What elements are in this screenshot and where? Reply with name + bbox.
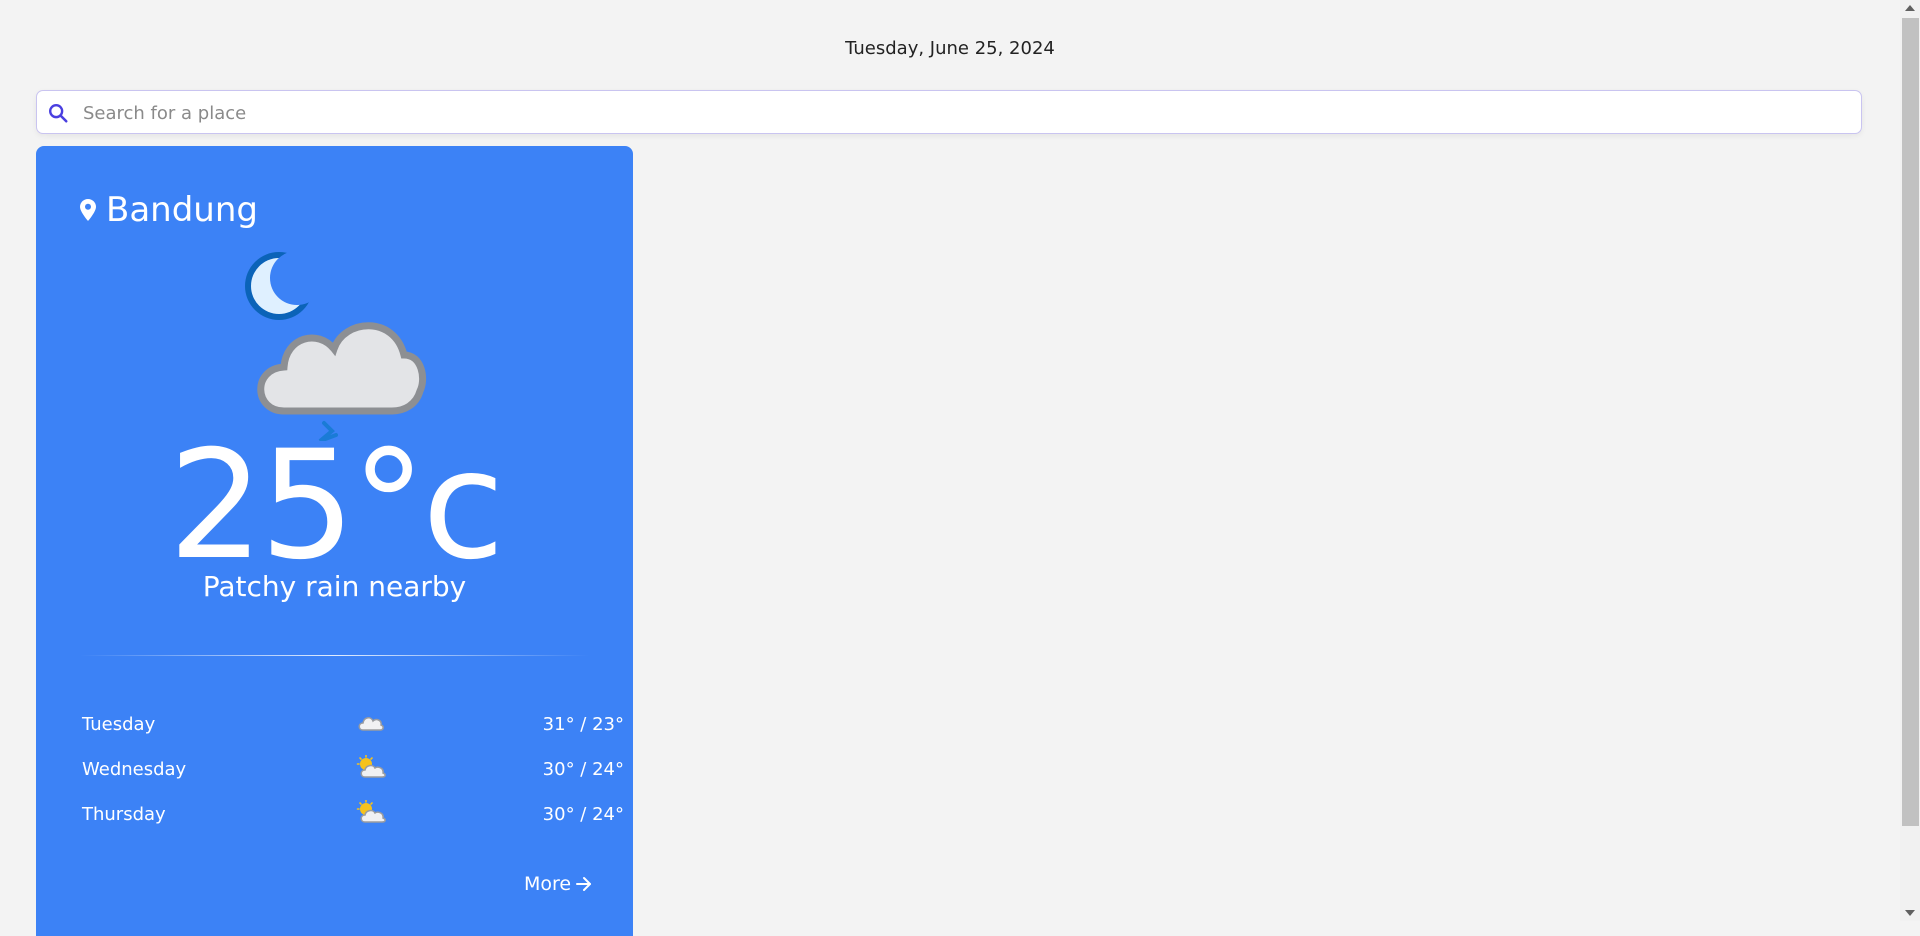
forecast-day: Tuesday <box>82 714 156 735</box>
cloud-icon <box>358 717 384 731</box>
scroll-thumb[interactable] <box>1902 18 1919 826</box>
location: Bandung <box>80 188 258 232</box>
forecast-row: Thursday 30° / 24° <box>82 792 624 837</box>
map-pin-icon <box>80 199 96 221</box>
current-date: Tuesday, June 25, 2024 <box>845 38 1055 59</box>
forecast-row: Wednesday 30° / 24° <box>82 747 624 792</box>
forecast-day: Wednesday <box>82 759 187 780</box>
partly-cloudy-icon <box>356 800 386 823</box>
weather-card: Bandung 25°c Patchy rain nearby Tuesday … <box>36 146 633 936</box>
forecast-row: Tuesday 31° / 23° <box>82 702 624 747</box>
location-name: Bandung <box>106 190 258 230</box>
partly-cloudy-icon <box>356 755 386 778</box>
search-bar[interactable] <box>36 90 1862 135</box>
forecast-temps: 31° / 23° <box>542 714 624 735</box>
forecast-temps: 30° / 24° <box>542 759 624 780</box>
forecast-temps: 30° / 24° <box>542 804 624 825</box>
divider <box>80 655 589 656</box>
scroll-up-arrow[interactable] <box>1905 5 1915 11</box>
search-input[interactable] <box>81 91 1845 135</box>
more-button[interactable]: More <box>524 873 592 895</box>
forecast-day: Thursday <box>82 804 166 825</box>
forecast-list: Tuesday 31° / 23° Wednesday 30° / 24° Th… <box>82 702 624 837</box>
scroll-down-arrow[interactable] <box>1905 910 1915 916</box>
current-condition: Patchy rain nearby <box>202 570 467 603</box>
search-icon <box>49 104 68 123</box>
more-label: More <box>524 873 572 895</box>
arrow-right-icon <box>576 877 592 891</box>
vertical-scrollbar[interactable] <box>1900 0 1920 921</box>
